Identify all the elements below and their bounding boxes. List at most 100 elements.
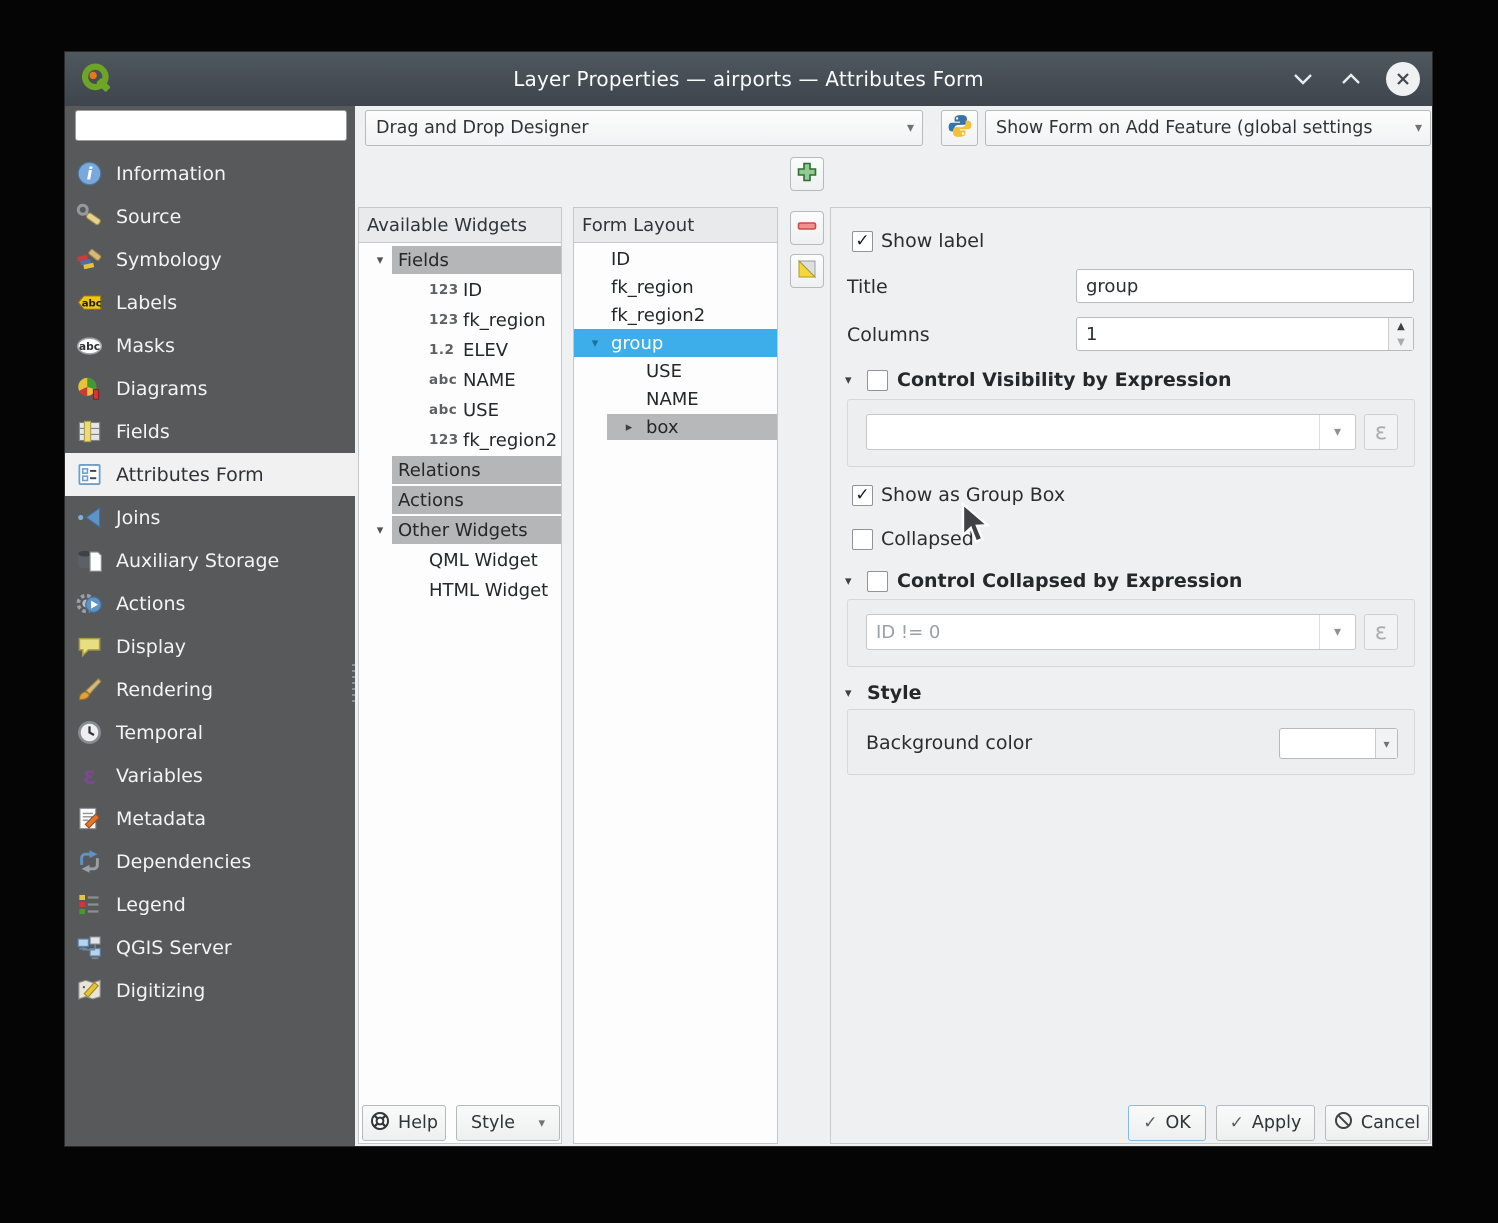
remove-widget-button[interactable] [790, 211, 824, 245]
unshade-window-icon[interactable] [1338, 66, 1364, 92]
sidebar-item-labels[interactable]: abc Labels [65, 281, 355, 324]
dependencies-icon [76, 848, 103, 875]
visibility-expression-builder-button[interactable]: ε [1364, 414, 1398, 450]
layer-properties-dialog: Layer Properties — airports — Attributes… [65, 52, 1432, 1146]
shade-window-icon[interactable] [1290, 66, 1316, 92]
tree-item-fk-region[interactable]: 123 fk_region [359, 305, 561, 335]
sidebar-item-actions[interactable]: Actions [65, 582, 355, 625]
spin-up-icon[interactable]: ▲ [1389, 318, 1413, 334]
expander-right-icon[interactable]: ▸ [621, 420, 637, 435]
tree-item-fk-region2[interactable]: 123 fk_region2 [359, 425, 561, 455]
tree-category-other-widgets[interactable]: ▾ Other Widgets [359, 515, 561, 545]
expander-down-icon[interactable]: ▾ [372, 523, 388, 538]
cancel-button[interactable]: Cancel [1325, 1105, 1429, 1141]
collapsed-expression-builder-button[interactable]: ε [1364, 614, 1398, 650]
sidebar-item-dependencies[interactable]: Dependencies [65, 840, 355, 883]
sidebar-item-source[interactable]: Source [65, 195, 355, 238]
tree-item-name[interactable]: abc NAME [359, 365, 561, 395]
collapsed-expression-input[interactable] [867, 615, 1318, 649]
layout-item-name[interactable]: NAME [574, 385, 777, 413]
qgis-server-icon [76, 934, 103, 961]
help-button[interactable]: Help [362, 1105, 446, 1141]
titlebar[interactable]: Layer Properties — airports — Attributes… [65, 52, 1432, 106]
python-icon [947, 113, 973, 143]
sidebar-item-temporal[interactable]: Temporal [65, 711, 355, 754]
python-init-button[interactable] [941, 110, 978, 146]
sidebar-item-joins[interactable]: Joins [65, 496, 355, 539]
sidebar-item-digitizing[interactable]: Digitizing [65, 969, 355, 1012]
sidebar-item-variables[interactable]: ε Variables [65, 754, 355, 797]
actions-icon [76, 590, 103, 617]
form-layout-panel: Form Layout ID fk_region fk_region2 ▾ gr… [573, 207, 778, 1144]
background-color-picker[interactable]: ▾ [1279, 728, 1398, 759]
joins-icon [76, 504, 103, 531]
sidebar-item-label: Variables [116, 765, 203, 787]
legend-icon [76, 891, 103, 918]
sidebar-search-input[interactable] [75, 110, 347, 141]
control-collapsed-checkbox[interactable] [867, 571, 888, 592]
text-type-icon: abc [429, 372, 463, 388]
available-widgets-header: Available Widgets [359, 208, 561, 243]
visibility-expression-group: ▾ ε [847, 399, 1415, 467]
sidebar-item-auxiliary-storage[interactable]: Auxiliary Storage [65, 539, 355, 582]
sidebar-item-diagrams[interactable]: Diagrams [65, 367, 355, 410]
integer-type-icon: 123 [429, 432, 463, 448]
expander-down-icon[interactable]: ▾ [845, 686, 858, 701]
sidebar-item-masks[interactable]: abc Masks [65, 324, 355, 367]
labels-icon: abc [76, 289, 103, 316]
tree-item-html-widget[interactable]: HTML Widget [359, 575, 561, 605]
layout-item-use[interactable]: USE [574, 357, 777, 385]
tree-category-relations[interactable]: Relations [359, 455, 561, 485]
check-icon: ✓ [1143, 1113, 1157, 1133]
layout-item-box[interactable]: ▸ box [574, 413, 777, 441]
expander-down-icon[interactable]: ▾ [845, 574, 858, 589]
collapsed-expression-field[interactable]: ▾ [866, 614, 1356, 650]
sidebar-item-metadata[interactable]: Metadata [65, 797, 355, 840]
sidebar-item-fields[interactable]: Fields [65, 410, 355, 453]
tree-category-actions[interactable]: Actions [359, 485, 561, 515]
ok-button[interactable]: ✓ OK [1128, 1105, 1206, 1141]
tree-item-qml-widget[interactable]: QML Widget [359, 545, 561, 575]
splitter-handle[interactable] [352, 664, 355, 706]
style-dropdown-button[interactable]: Style ▾ [456, 1105, 560, 1141]
layout-item-fk-region2[interactable]: fk_region2 [574, 301, 777, 329]
sidebar-item-display[interactable]: Display [65, 625, 355, 668]
sidebar-item-qgis-server[interactable]: QGIS Server [65, 926, 355, 969]
rendering-icon [76, 676, 103, 703]
sidebar-item-label: Labels [116, 292, 177, 314]
svg-text:abc: abc [79, 340, 100, 353]
show-as-group-box-checkbox[interactable]: ✓ [852, 485, 873, 506]
sidebar-item-symbology[interactable]: Symbology [65, 238, 355, 281]
sidebar-item-legend[interactable]: Legend [65, 883, 355, 926]
collapsed-checkbox[interactable] [852, 529, 873, 550]
designer-mode-select[interactable]: Drag and Drop Designer ▾ [365, 110, 923, 146]
form-open-mode-select[interactable]: Show Form on Add Feature (global setting… [985, 110, 1431, 146]
tree-item-id[interactable]: 123 ID [359, 275, 561, 305]
expander-down-icon[interactable]: ▾ [845, 373, 858, 388]
spin-down-icon[interactable]: ▼ [1389, 334, 1413, 350]
show-label-checkbox[interactable]: ✓ [852, 231, 873, 252]
layout-item-group-selected[interactable]: ▾ group [574, 329, 777, 357]
columns-spinbox[interactable]: ▲ ▼ [1076, 317, 1414, 351]
tree-item-use[interactable]: abc USE [359, 395, 561, 425]
close-window-icon[interactable] [1386, 62, 1420, 96]
attributes-form-icon [76, 461, 103, 488]
edit-widget-button[interactable] [790, 254, 824, 288]
expander-down-icon[interactable]: ▾ [372, 253, 388, 268]
integer-type-icon: 123 [429, 312, 463, 328]
columns-input[interactable] [1077, 318, 1387, 350]
title-input[interactable] [1076, 269, 1414, 303]
visibility-expression-input[interactable] [867, 415, 1318, 449]
sidebar-item-rendering[interactable]: Rendering [65, 668, 355, 711]
layout-item-id[interactable]: ID [574, 245, 777, 273]
visibility-expression-field[interactable]: ▾ [866, 414, 1356, 450]
visibility-checkbox[interactable] [867, 370, 888, 391]
apply-button[interactable]: ✓ Apply [1216, 1105, 1315, 1141]
sidebar-item-attributes-form[interactable]: Attributes Form [65, 453, 355, 496]
tree-item-elev[interactable]: 1.2 ELEV [359, 335, 561, 365]
tree-category-fields[interactable]: ▾ Fields [359, 245, 561, 275]
layout-item-fk-region[interactable]: fk_region [574, 273, 777, 301]
expander-down-icon[interactable]: ▾ [587, 336, 603, 351]
add-widget-button[interactable] [790, 157, 824, 191]
sidebar-item-information[interactable]: i Information [65, 152, 355, 195]
